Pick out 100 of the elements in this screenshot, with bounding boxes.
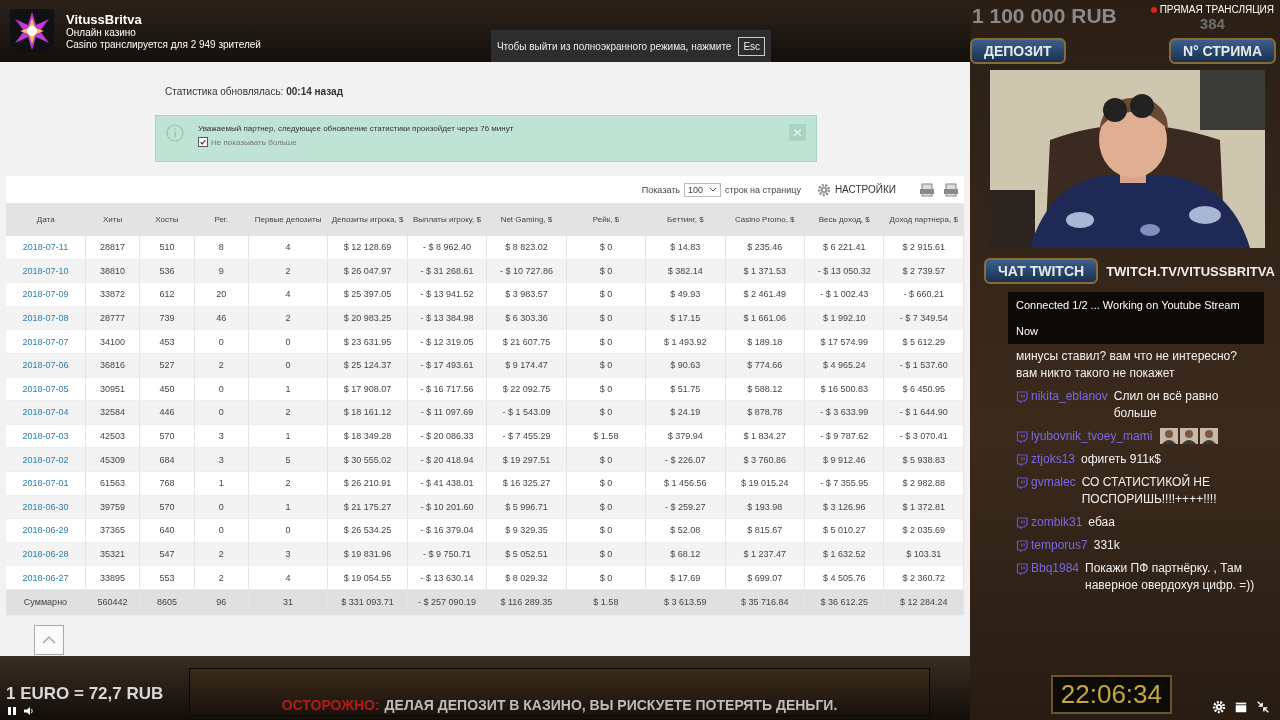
stream-clock: 22:06:34 [1050,675,1172,714]
table-cell: $ 5 052.51 [505,549,548,559]
table-cell: 45309 [100,454,126,465]
date-link[interactable]: 2018-07-05 [22,383,69,394]
column-header[interactable]: Хиты [85,203,140,236]
overlay-button[interactable]: N° СТРИМА [1168,38,1276,64]
column-header[interactable]: Рег. [194,203,249,236]
checkbox[interactable] [198,137,208,147]
page-size-select[interactable]: 100 [684,182,722,197]
chat-message: СО СТАТИСТИКОЙ НЕ ПОСПОРИШЬ!!!!++++!!!! [1081,474,1218,508]
table-cell: $ 26 534.25 [343,525,392,536]
table-cell: $ 0 [599,289,613,300]
table-cell: 570 [159,431,175,442]
chat-username[interactable]: gvmalec [1031,474,1076,491]
column-header[interactable]: Дата [6,203,86,236]
chat-username[interactable]: nikita_eblanov [1031,388,1108,405]
table-cell: - $ 10 727.86 [499,265,553,276]
settings-button[interactable]: НАСТРОЙКИ [834,184,896,195]
exit-fullscreen-icon[interactable] [1256,700,1270,714]
date-link[interactable]: 2018-07-01 [22,478,69,489]
date-link[interactable]: 2018-07-03 [22,431,69,442]
table-cell: 612 [159,289,175,300]
table-cell: - $ 16 379.04 [420,525,474,536]
table-cell: $ 6 221.41 [822,242,866,253]
emote-icon [1160,428,1179,444]
chat-message: 331k [1093,537,1121,554]
table-cell: $ 17 574.99 [820,336,868,347]
table-cell: $ 18 161.12 [343,407,392,418]
table-cell: 38810 [100,265,126,276]
table-cell: $ 25 124.37 [343,360,392,371]
date-link[interactable]: 2018-07-09 [22,289,69,300]
table-cell: $ 8 823.02 [505,242,548,253]
table-cell: $ 21 607.75 [502,336,551,347]
table-cell: $ 2 915.61 [902,242,945,253]
table-cell: 0 [218,336,224,347]
chat-username[interactable]: zombik31 [1031,514,1083,531]
column-header[interactable]: Депозиты игрока, $ [327,203,408,236]
total-cell: $ 36 612.25 [820,597,868,608]
table-cell: - $ 1 644.90 [899,407,948,418]
table-cell: $ 17 908.07 [343,383,392,394]
table-cell: 739 [159,313,175,324]
chat-username[interactable]: Bbq1984 [1031,560,1080,577]
column-header[interactable]: Весь доход, $ [804,203,884,236]
column-header[interactable]: Net Gaming, $ [486,203,567,236]
table-cell: 0 [218,407,224,418]
table-cell: - $ 12 319.05 [420,336,474,347]
chat-username[interactable]: temporus7 [1031,537,1088,554]
table-cell: $ 1 632.52 [822,549,866,559]
clapperboard-icon[interactable] [1234,700,1248,714]
table-cell: - $ 17 493.61 [420,360,474,371]
star-logo-icon [10,9,54,53]
table-cell: $ 5 996.71 [505,501,548,512]
table-cell: $ 30 555.02 [343,454,392,465]
table-cell: $ 774.66 [747,360,783,371]
status-text: Connected 1/2 ... Working on Youtube Stream [1016,299,1241,311]
table-cell: - $ 31 268.61 [420,265,474,276]
chat-username[interactable]: lyubovnik_tvoey_mami [1031,428,1153,445]
table-cell: $ 193.98 [747,501,783,512]
column-header[interactable]: Выплаты игроку, $ [407,203,487,236]
column-header[interactable]: Первые депозиты [248,203,328,236]
viewer-count: Casino транслируется для 2 949 зрителей [66,38,262,51]
table-cell: 35321 [100,549,126,559]
column-header[interactable]: Рейк, $ [566,203,646,236]
table-cell: - $ 9 750.71 [422,549,471,559]
stream-number: 384 [1199,15,1225,32]
volume-icon[interactable] [23,706,35,716]
date-link[interactable]: 2018-06-27 [22,572,69,583]
table-cell: 0 [285,525,291,536]
total-label: Суммарно [23,597,68,608]
table-cell: - $ 226.07 [665,454,706,465]
date-link[interactable]: 2018-06-29 [22,525,69,536]
chat-twitch-button[interactable]: ЧАТ TWITCH [984,258,1099,284]
column-header[interactable]: Хосты [139,203,195,236]
table-cell: $ 382.14 [667,265,703,276]
table-cell: 39759 [100,501,126,512]
table-cell: 1 [218,478,224,489]
table-cell: 2 [285,265,291,276]
chat-message: Слил он всё равно больше [1113,388,1220,422]
table-cell: - $ 3 070.41 [899,431,948,442]
table-cell: - $ 13 050.32 [817,265,871,276]
table-cell: 640 [159,525,175,536]
chat-username[interactable]: ztjoks13 [1031,451,1076,468]
date-link[interactable]: 2018-07-11 [22,242,69,253]
table-cell: $ 2 461.49 [743,289,787,300]
table-cell: $ 12 128.69 [343,242,392,253]
pause-icon[interactable] [6,706,18,716]
twitch-icon [1016,477,1028,489]
table-cell: $ 815.67 [747,525,783,536]
column-header[interactable]: Casino Promo, $ [725,203,805,236]
table-cell: $ 9 329.35 [505,525,548,536]
table-cell: $ 26 047.97 [343,265,392,276]
column-header[interactable]: Беттинг, $ [645,203,726,236]
table-cell: 4 [285,242,291,253]
overlay-button[interactable]: ДЕПОЗИТ [970,38,1066,64]
chat-message: ебаа [1088,514,1116,531]
date-link[interactable]: 2018-07-07 [22,336,69,347]
table-cell: $ 20 983.25 [343,313,392,324]
column-header[interactable]: Доход партнера, $ [883,203,964,236]
table-cell: - $ 20 418.94 [420,454,474,465]
table-cell: 46 [216,313,227,324]
